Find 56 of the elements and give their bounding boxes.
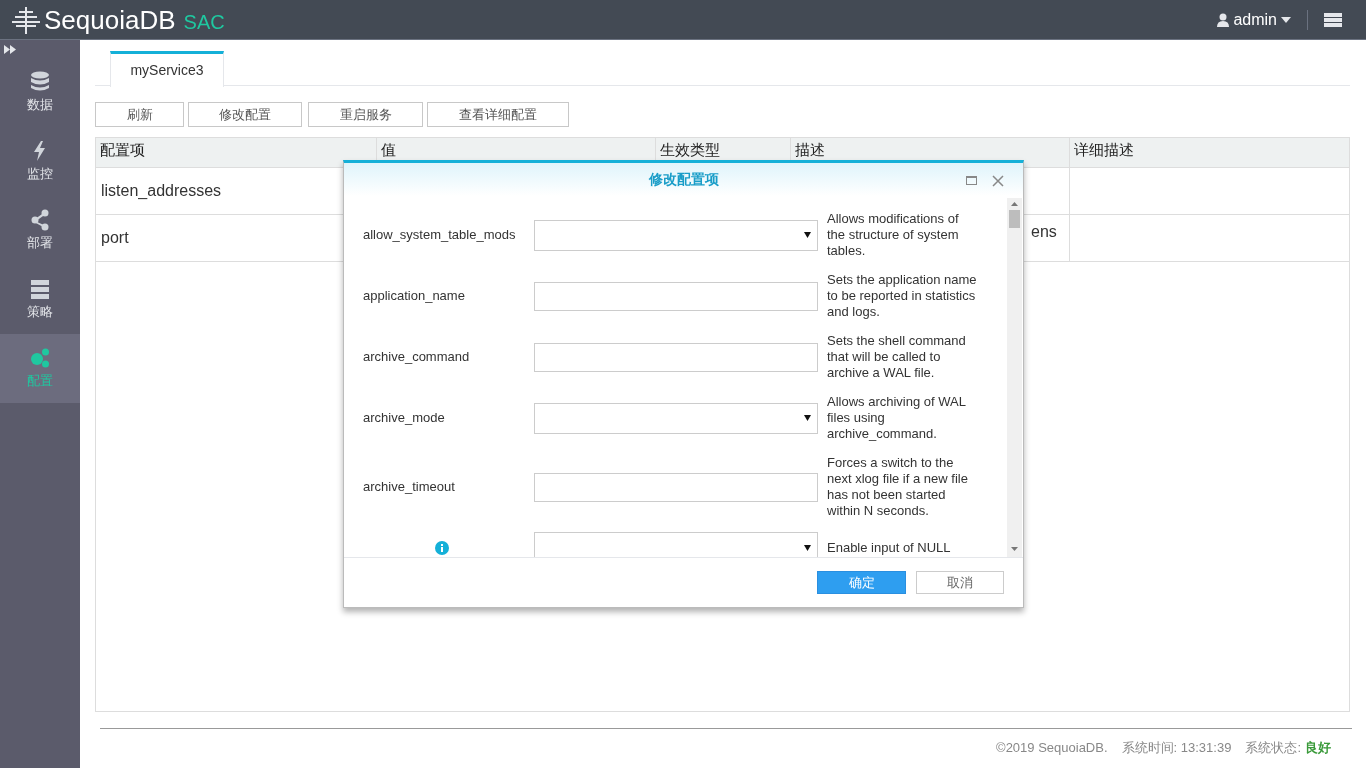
dropdown-arrow-icon [804,232,811,238]
menu-icon [1324,12,1342,27]
logo-text: SequoiaDB [44,6,176,33]
dropdown-arrow-icon [804,415,811,421]
select-field[interactable] [534,219,818,251]
user-icon [1217,12,1230,27]
menu-button[interactable] [1324,12,1342,27]
field-description: Forces a switch to the next xlog file if a new file has not been started within N seconds. [827,455,969,519]
select-field[interactable] [534,402,818,434]
cancel-button[interactable]: 取消 [916,571,1004,594]
field-description: Allows archiving of WAL files using archive_command. [827,394,967,442]
system-time: 系统时间: 13:31:39 [1121,739,1232,757]
user-menu[interactable]: admin [1217,7,1291,32]
input-field[interactable] [534,281,818,311]
column-header: 详细描述 [1073,140,1135,160]
tab[interactable]: myService3 [110,51,224,87]
dialog-title: 修改配置项 [648,170,719,189]
scrollbar[interactable] [1007,198,1022,557]
cell-text: ens [1031,222,1057,242]
toolbar-button[interactable]: 查看详细配置 [427,102,569,127]
toolbar-button[interactable]: 重启服务 [308,102,423,127]
scroll-up-icon [1011,202,1018,206]
caret-icon [1281,16,1291,23]
scroll-down-icon [1011,547,1018,551]
tree-icon [10,4,42,35]
field-label: archive_command [363,349,470,365]
input-field[interactable] [534,342,818,372]
field-label: application_name [363,288,465,304]
database-icon [30,70,50,93]
copyright-text: ©2019 SequoiaDB. [996,739,1108,757]
double-arrow-icon [4,44,16,54]
field-description: Sets the shell command that will be called to archive a WAL file. [827,333,967,381]
field-description: Allows modifications of the structure of system tables. [827,211,960,259]
field-label: archive_mode [363,410,445,426]
sidebar-item[interactable]: 数据 [0,58,80,127]
sidebar-item[interactable]: 监控 [0,127,80,196]
scroll-thumb[interactable] [1009,210,1020,228]
server-icon [30,277,50,300]
maximize-button[interactable] [966,176,977,185]
field-description: Enable input of NULL [827,539,952,556]
input-field[interactable] [534,472,818,502]
toolbar-button[interactable]: 刷新 [95,102,184,127]
share-icon [30,208,50,231]
product-name: SAC [183,11,225,32]
close-icon [992,175,1004,187]
sidebar-item[interactable]: 部署 [0,196,80,265]
select-field[interactable] [534,532,818,557]
sidebar-item[interactable]: 策略 [0,265,80,334]
status-value: 良好 [1305,739,1331,757]
maximize-icon [966,176,977,185]
dropdown-arrow-icon [804,544,811,551]
field-label: archive_timeout [363,479,455,495]
status-label: 系统状态: [1245,739,1301,757]
field-description: Sets the application name to be reported in statistics and logs. [827,272,978,320]
close-button[interactable] [992,175,1004,187]
toolbar-button[interactable]: 修改配置 [188,102,302,127]
